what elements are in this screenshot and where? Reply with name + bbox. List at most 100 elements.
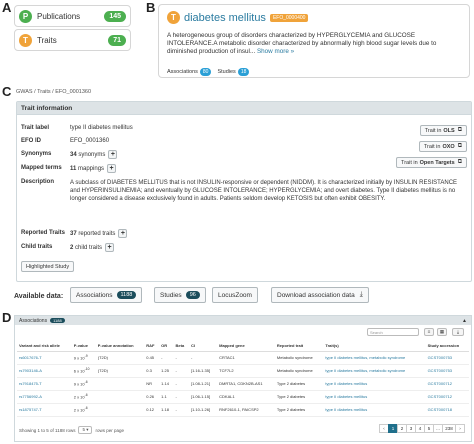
- locuszoom-button[interactable]: LocusZoom: [212, 287, 258, 303]
- study-link[interactable]: GCST000712: [428, 394, 452, 399]
- breadcrumb-gwas[interactable]: GWAS: [16, 89, 33, 95]
- col-pvalue[interactable]: P-value: [71, 341, 96, 352]
- trait-description: A heterogeneous group of disorders chara…: [167, 32, 463, 56]
- col-variant[interactable]: Variant and risk allele: [17, 341, 72, 352]
- or-cell: -: [159, 351, 174, 365]
- col-raf[interactable]: RAF: [144, 341, 160, 352]
- associations-data-count: 1188: [116, 291, 137, 299]
- pvalue-mantissa: 6 x 10: [73, 368, 85, 374]
- download-table-icon[interactable]: ⤓: [452, 328, 464, 336]
- trait-description-text: A heterogeneous group of disorders chara…: [167, 32, 437, 55]
- mapped-gene-cell: DMRTA1, CDKN2B-AS1: [217, 377, 275, 391]
- studies-data-count: 96: [185, 291, 200, 299]
- raf-cell: 0.45: [144, 351, 160, 365]
- pvalue-exponent: -6: [84, 380, 88, 385]
- beta-cell: -: [173, 377, 189, 391]
- col-or[interactable]: OR: [159, 341, 174, 352]
- study-link[interactable]: GCST000712: [428, 381, 452, 386]
- mapped-terms-text: mappings: [76, 166, 105, 173]
- rows-per-page-select[interactable]: 5 ▾: [78, 426, 93, 434]
- breadcrumb-traits[interactable]: Traits: [37, 89, 51, 95]
- external-link-icon: ⧉: [457, 127, 462, 133]
- studies-label[interactable]: Studies: [217, 69, 235, 75]
- breadcrumb: GWAS / Traits / EFO_0001360: [16, 89, 92, 95]
- or-cell: 1.1: [159, 390, 174, 404]
- or-cell: 1.25: [159, 364, 174, 378]
- traits-count: 71: [108, 34, 126, 46]
- columns-toggle-icon[interactable]: ≡: [424, 328, 434, 336]
- variant-link[interactable]: rs7918475-T: [19, 381, 42, 386]
- expand-mapped-terms-button[interactable]: +: [107, 164, 117, 173]
- description-value: A subclass of DIABETES MELLITUS that is …: [70, 180, 458, 202]
- study-link[interactable]: GCST000718: [428, 407, 452, 412]
- traits-link[interactable]: type II diabetes mellitus: [325, 394, 367, 399]
- associations-label[interactable]: Associations: [167, 69, 198, 75]
- expand-child-traits-button[interactable]: +: [105, 243, 115, 252]
- reported-traits-label: Reported Traits: [21, 230, 66, 236]
- variant-link[interactable]: rs6017676-T: [19, 355, 42, 360]
- col-beta[interactable]: Beta: [173, 341, 189, 352]
- pager-page[interactable]: 238: [442, 424, 456, 433]
- trait-in-open-targets-button[interactable]: Trait in Open Targets ⧉: [396, 157, 467, 168]
- variant-link[interactable]: rs7756992-A: [19, 394, 42, 399]
- export-icon[interactable]: ▦: [437, 328, 447, 336]
- associations-data-button[interactable]: Associations 1188: [70, 287, 143, 303]
- rows-per-page-value: 5: [82, 427, 85, 432]
- associations-header[interactable]: Associations 1188 ▲: [15, 316, 471, 325]
- traits-card[interactable]: T Traits 71: [14, 29, 131, 51]
- variant-link[interactable]: rs7903146-A: [19, 368, 42, 373]
- reported-traits-text: reported traits: [76, 231, 116, 238]
- oxo-label: OXO: [442, 143, 455, 150]
- expand-synonyms-button[interactable]: +: [108, 150, 118, 159]
- traits-link[interactable]: type II diabetes mellitus, metabolic syn…: [325, 368, 405, 373]
- trait-label-label: Trait label: [21, 125, 50, 131]
- associations-header-label: Associations: [19, 317, 48, 324]
- pvalue-mantissa: 9 x 10: [73, 355, 85, 361]
- ci-cell: -: [188, 351, 218, 365]
- trait-card: T diabetes mellitus EFO_0000400 A hetero…: [158, 4, 470, 78]
- publications-count: 145: [104, 10, 126, 22]
- col-reported-trait[interactable]: Reported trait: [274, 341, 324, 352]
- download-association-data-button[interactable]: Download association data ⤓: [271, 287, 369, 303]
- trait-title[interactable]: diabetes mellitus: [184, 12, 266, 24]
- expand-reported-traits-button[interactable]: +: [118, 229, 128, 238]
- col-study-accession[interactable]: Study accession: [425, 341, 469, 352]
- col-ci[interactable]: CI: [188, 341, 218, 352]
- mapped-terms-label: Mapped terms: [21, 165, 62, 171]
- pager-next[interactable]: ›: [455, 424, 465, 433]
- table-row: rs6017676-T 9 x 10-9 (T2D) 0.45 - - - CR…: [17, 351, 469, 365]
- studies-data-label: Studies: [160, 291, 182, 299]
- reported-trait-cell: Metabolic syndrome: [274, 364, 324, 378]
- traits-link[interactable]: type II diabetes mellitus: [325, 381, 367, 386]
- beta-cell: -: [173, 390, 189, 404]
- panel-letter-c: C: [2, 84, 12, 99]
- col-traits[interactable]: Trait(s): [323, 341, 426, 352]
- table-search-input[interactable]: Search: [367, 328, 419, 336]
- show-more-link[interactable]: Show more »: [257, 48, 294, 55]
- ols-label: OLS: [443, 127, 455, 134]
- trait-in-oxo-button[interactable]: Trait in OXO ⧉: [418, 141, 467, 152]
- col-pvalue-annotation[interactable]: P-value annotation: [95, 341, 145, 352]
- study-link[interactable]: GCST000753: [428, 368, 452, 373]
- trait-icon: T: [167, 11, 180, 24]
- traits-link[interactable]: type II diabetes mellitus, metabolic syn…: [325, 355, 405, 360]
- mapped-terms-value: 11 mappings +: [70, 164, 117, 173]
- col-mapped-gene[interactable]: Mapped gene: [217, 341, 275, 352]
- child-traits-text: child traits: [73, 245, 103, 252]
- external-link-icon: ⧉: [457, 159, 462, 165]
- studies-data-button[interactable]: Studies 96: [154, 287, 206, 303]
- associations-table: Variant and risk allele P-value P-value …: [17, 341, 469, 417]
- study-link[interactable]: GCST000753: [428, 355, 452, 360]
- synonyms-label: Synonyms: [21, 151, 52, 157]
- trait-in-ols-button[interactable]: Trait in OLS ⧉: [419, 125, 467, 136]
- publications-card[interactable]: P Publications 145: [14, 5, 131, 27]
- highlighted-study-button[interactable]: Highlighted Study: [21, 261, 75, 272]
- pvalue-mantissa: 2 x 10: [73, 394, 85, 400]
- trait-card-footer: Associations 80 Studies 18: [167, 68, 255, 76]
- pvalue-cell: 2 x 10-6: [71, 403, 96, 417]
- collapse-caret-icon[interactable]: ▲: [462, 318, 467, 324]
- mapped-gene-cell: TCF7L2: [217, 364, 275, 378]
- traits-link[interactable]: type II diabetes mellitus: [325, 407, 367, 412]
- variant-link[interactable]: rs1875747-T: [19, 407, 42, 412]
- ci-cell: [1.16-1.35]: [188, 364, 218, 378]
